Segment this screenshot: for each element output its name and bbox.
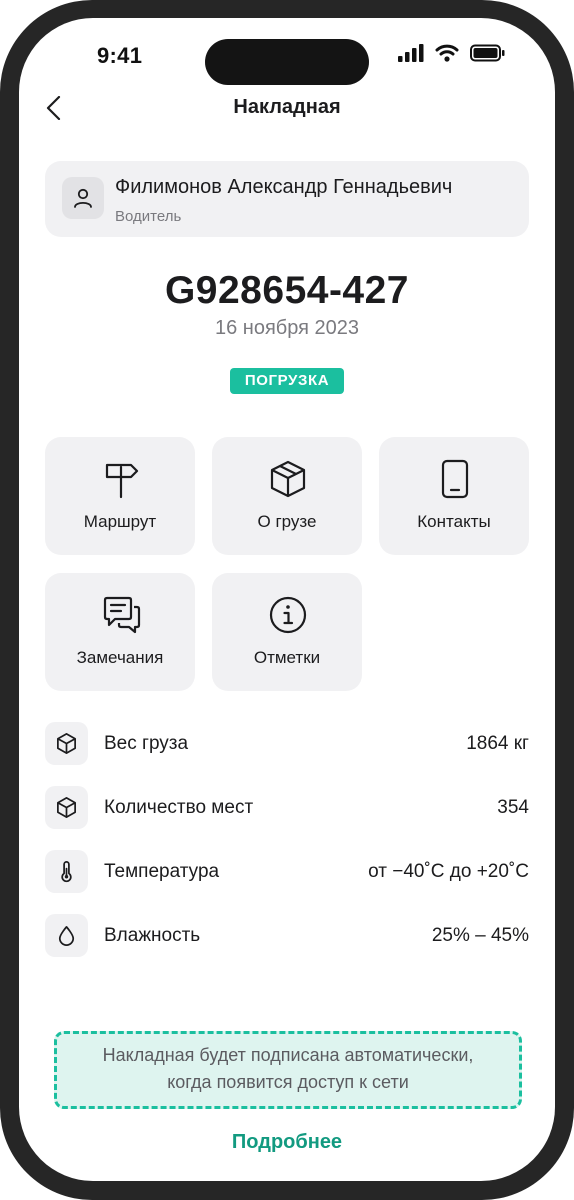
detail-value: 1864 кг — [466, 733, 529, 754]
notice-line-2: когда появится доступ к сети — [167, 1072, 409, 1092]
tile-route[interactable]: Маршрут — [45, 437, 195, 555]
driver-name: Филимонов Александр Геннадьевич — [115, 176, 453, 198]
detail-row-humidity: Влажность 25% – 45% — [45, 914, 529, 958]
detail-icon-box — [45, 786, 88, 829]
tile-contacts[interactable]: Контакты — [379, 437, 529, 555]
tile-contacts-label: Контакты — [417, 512, 491, 531]
status-icons — [398, 44, 510, 64]
tile-cargo[interactable]: О грузе — [212, 437, 362, 555]
package-icon — [57, 733, 76, 754]
chat-icon — [103, 596, 141, 634]
detail-row-weight: Вес груза 1864 кг — [45, 722, 529, 766]
offline-sign-notice: Накладная будет подписана автоматически,… — [54, 1031, 522, 1109]
screen: 9:41 Накладная Филимонов Александр Генна… — [19, 18, 555, 1181]
thermometer-icon — [61, 861, 72, 883]
drop-icon — [58, 926, 75, 946]
detail-row-places: Количество мест 354 — [45, 786, 529, 830]
phone-icon — [441, 459, 469, 499]
signal-icon — [398, 44, 424, 62]
tile-marks[interactable]: Отметки — [212, 573, 362, 691]
battery-icon — [470, 44, 505, 62]
detail-icon-box — [45, 914, 88, 957]
detail-icon-box — [45, 722, 88, 765]
page-title: Накладная — [233, 96, 341, 118]
tile-remarks-label: Замечания — [76, 648, 164, 667]
detail-row-temperature: Температура от −40˚C до +20˚C — [45, 850, 529, 894]
info-icon — [269, 596, 307, 634]
detail-label: Вес груза — [104, 733, 189, 754]
signpost-icon — [105, 463, 139, 499]
detail-label: Температура — [104, 861, 220, 882]
user-icon — [74, 188, 92, 208]
tile-cargo-label: О грузе — [257, 512, 317, 531]
status-badge: ПОГРУЗКА — [230, 368, 344, 394]
phone-frame: 9:41 Накладная Филимонов Александр Генна… — [0, 0, 574, 1200]
package-icon — [270, 460, 306, 498]
status-time: 9:41 — [97, 43, 143, 68]
tile-remarks[interactable]: Замечания — [45, 573, 195, 691]
dynamic-island — [205, 39, 369, 85]
driver-card[interactable]: Филимонов Александр Геннадьевич Водитель — [45, 161, 529, 237]
detail-label: Количество мест — [104, 797, 254, 818]
detail-value: 354 — [497, 797, 529, 818]
document-number: G928654-427 — [164, 269, 410, 312]
detail-icon-box — [45, 850, 88, 893]
detail-value: 25% – 45% — [431, 925, 529, 946]
more-link[interactable]: Подробнее — [19, 1131, 555, 1154]
tile-route-label: Маршрут — [83, 512, 157, 531]
document-date: 16 ноября 2023 — [214, 317, 360, 339]
notice-line-1: Накладная будет подписана автоматически, — [102, 1045, 474, 1065]
detail-value: от −40˚C до +20˚C — [368, 861, 529, 882]
wifi-icon — [435, 44, 459, 62]
avatar — [62, 177, 104, 219]
package-icon — [57, 797, 76, 818]
driver-role: Водитель — [115, 208, 182, 225]
detail-label: Влажность — [104, 925, 201, 946]
tile-marks-label: Отметки — [253, 648, 321, 667]
